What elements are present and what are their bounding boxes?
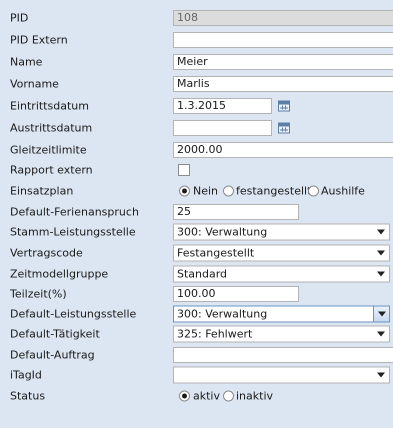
- status-option-inaktiv: inaktiv: [236, 389, 274, 403]
- vertragscode-select[interactable]: Festangestellt: [173, 244, 390, 262]
- default-ferienanspruch-field[interactable]: 25: [173, 204, 299, 220]
- zeitmodellgruppe-select[interactable]: Standard: [173, 265, 390, 283]
- itagid-select[interactable]: [173, 366, 390, 384]
- chevron-down-icon: [377, 229, 385, 235]
- row-vorname: Vorname Marlis: [0, 73, 393, 95]
- pid-extern-field[interactable]: [173, 32, 393, 48]
- chevron-down-icon: [377, 250, 385, 256]
- austrittsdatum-field[interactable]: [173, 120, 272, 136]
- default-auftrag-field[interactable]: [173, 347, 393, 363]
- status-option-aktiv: aktiv: [193, 389, 220, 403]
- stamm-leistungsstelle-value: 300: Verwaltung: [177, 225, 268, 239]
- row-default-auftrag: Default-Auftrag: [0, 344, 393, 366]
- stamm-leistungsstelle-label: Stamm-Leistungsstelle: [10, 225, 136, 239]
- vorname-label: Vorname: [10, 77, 59, 91]
- default-leistungsstelle-value: 300: Verwaltung: [177, 307, 268, 321]
- row-stamm-leistungsstelle: Stamm-Leistungsstelle 300: Verwaltung: [0, 221, 393, 243]
- calendar-icon[interactable]: [278, 100, 290, 112]
- status-radio-aktiv[interactable]: [179, 390, 190, 402]
- vertragscode-value: Festangestellt: [177, 246, 255, 260]
- default-ferienanspruch-label: Default-Ferienanspruch: [10, 205, 139, 219]
- row-itagid: iTagId: [0, 364, 393, 386]
- row-pid-extern: PID Extern: [0, 29, 393, 51]
- default-leistungsstelle-select[interactable]: 300: Verwaltung: [173, 305, 390, 323]
- row-status: Status aktiv inaktiv: [0, 385, 393, 407]
- status-radio-inaktiv[interactable]: [223, 390, 234, 402]
- row-default-leistungsstelle: Default-Leistungsstelle 300: Verwaltung: [0, 303, 393, 325]
- gleitzeitlimite-label: Gleitzeitlimite: [10, 143, 87, 157]
- row-austrittsdatum: Austrittsdatum: [0, 117, 393, 139]
- einsatzplan-radio-aushilfe[interactable]: [308, 185, 319, 197]
- einsatzplan-radio-festangestellt[interactable]: [223, 185, 234, 197]
- zeitmodellgruppe-value: Standard: [177, 267, 228, 281]
- stamm-leistungsstelle-select[interactable]: 300: Verwaltung: [173, 223, 390, 241]
- einsatzplan-option-festangestellt: festangestellt: [236, 184, 312, 198]
- rapport-extern-label: Rapport extern: [10, 163, 93, 177]
- row-default-ferienanspruch: Default-Ferienanspruch 25: [0, 201, 393, 223]
- row-gleitzeitlimite: Gleitzeitlimite 2000.00: [0, 139, 393, 161]
- default-auftrag-label: Default-Auftrag: [10, 348, 95, 362]
- eintrittsdatum-field[interactable]: 1.3.2015: [173, 98, 272, 114]
- default-leistungsstelle-label: Default-Leistungsstelle: [10, 307, 137, 321]
- status-label: Status: [10, 389, 46, 403]
- chevron-down-icon: [377, 271, 385, 277]
- row-teilzeit: Teilzeit(%) 100.00: [0, 283, 393, 305]
- row-einsatzplan: Einsatzplan Nein festangestellt Aushilfe: [0, 180, 393, 202]
- name-field[interactable]: Meier: [173, 54, 393, 70]
- row-pid: PID 108: [0, 7, 393, 29]
- einsatzplan-label: Einsatzplan: [10, 184, 74, 198]
- row-eintrittsdatum: Eintrittsdatum 1.3.2015: [0, 95, 393, 117]
- vertragscode-label: Vertragscode: [10, 246, 83, 260]
- default-taetigkeit-value: 325: Fehlwert: [177, 327, 253, 341]
- row-zeitmodellgruppe: Zeitmodellgruppe Standard: [0, 263, 393, 285]
- zeitmodellgruppe-label: Zeitmodellgruppe: [10, 267, 109, 281]
- row-rapport-extern: Rapport extern: [0, 159, 393, 181]
- default-taetigkeit-label: Default-Tätigkeit: [10, 327, 100, 341]
- row-name: Name Meier: [0, 51, 393, 73]
- rapport-extern-checkbox[interactable]: [178, 164, 190, 176]
- pid-extern-label: PID Extern: [10, 33, 68, 47]
- einsatzplan-option-aushilfe: Aushilfe: [321, 184, 365, 198]
- gleitzeitlimite-field[interactable]: 2000.00: [173, 142, 393, 158]
- calendar-icon[interactable]: [278, 122, 290, 134]
- itagid-label: iTagId: [10, 368, 42, 382]
- chevron-down-icon: [377, 331, 385, 337]
- row-default-taetigkeit: Default-Tätigkeit 325: Fehlwert: [0, 323, 393, 345]
- default-taetigkeit-select[interactable]: 325: Fehlwert: [173, 325, 390, 343]
- vorname-field[interactable]: Marlis: [173, 76, 393, 92]
- pid-field: 108: [173, 10, 393, 26]
- teilzeit-label: Teilzeit(%): [10, 287, 67, 301]
- chevron-down-icon: [378, 311, 386, 317]
- name-label: Name: [10, 55, 43, 69]
- chevron-down-icon: [377, 372, 385, 378]
- einsatzplan-radio-nein[interactable]: [179, 185, 190, 197]
- einsatzplan-option-nein: Nein: [193, 184, 219, 198]
- pid-label: PID: [10, 11, 29, 25]
- eintrittsdatum-label: Eintrittsdatum: [10, 99, 89, 113]
- dropdown-button[interactable]: [373, 306, 389, 322]
- teilzeit-field[interactable]: 100.00: [173, 286, 299, 302]
- row-vertragscode: Vertragscode Festangestellt: [0, 242, 393, 264]
- austrittsdatum-label: Austrittsdatum: [10, 121, 93, 135]
